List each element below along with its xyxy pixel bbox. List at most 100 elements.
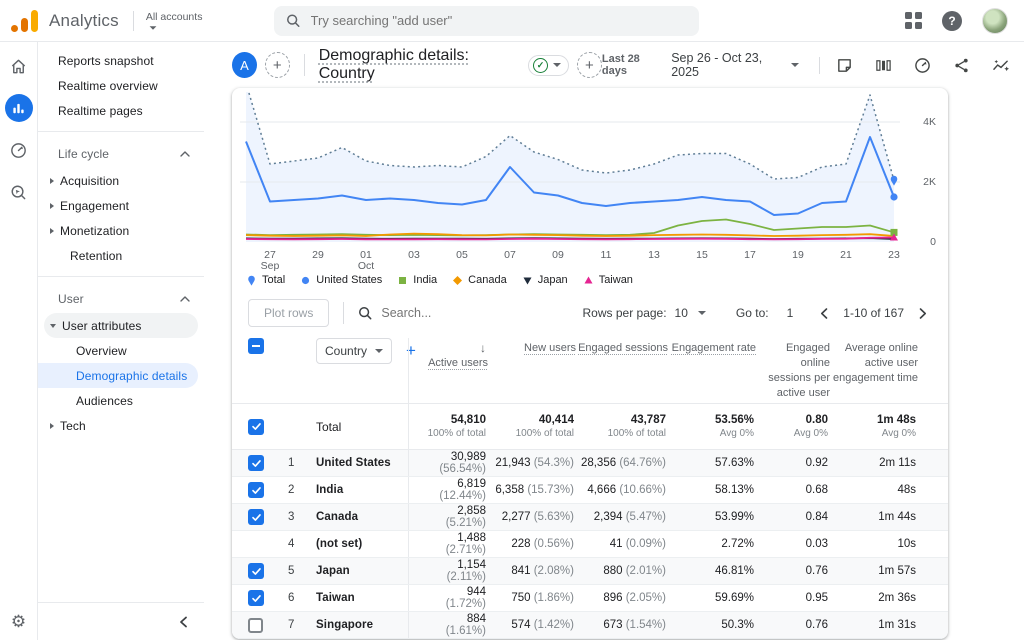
row-checkbox[interactable] <box>248 455 264 471</box>
table-row-japan[interactable]: 5Japan1,154 (2.11%)841 (2.08%)880 (2.01%… <box>232 558 948 585</box>
share-icon[interactable] <box>953 57 970 74</box>
table-row-taiwan[interactable]: 6Taiwan944 (1.72%)750 (1.86%)896 (2.05%)… <box>232 585 948 612</box>
metric-cell: 46.81% <box>668 565 756 577</box>
table-header: Country + ↓Active usersNew usersEngaged … <box>232 330 948 404</box>
sidebar-section-user[interactable]: User <box>38 285 204 313</box>
sidebar-item-demographic-details[interactable]: Demographic details <box>38 363 198 388</box>
home-icon[interactable] <box>5 52 33 80</box>
y-axis-labels: 4K2K0 <box>910 92 936 248</box>
select-all-checkbox[interactable] <box>248 338 264 354</box>
sidebar-item-tech[interactable]: Tech <box>38 413 204 438</box>
rows-per-page-select[interactable]: 10 <box>675 306 706 320</box>
help-icon[interactable]: ? <box>942 11 962 31</box>
column-header-engaged-online-sessions-per-active-user[interactable]: Engaged online sessions per active user <box>756 338 830 401</box>
sidebar-item-acquisition[interactable]: Acquisition <box>38 168 204 193</box>
row-checkbox[interactable] <box>248 618 263 633</box>
chart-svg[interactable] <box>240 92 900 248</box>
add-comparison-button[interactable]: + <box>265 52 290 78</box>
legend-item-united-states[interactable]: United States <box>300 274 382 286</box>
row-checkbox[interactable] <box>248 590 264 606</box>
add-button[interactable]: + <box>577 52 602 78</box>
user-avatar[interactable] <box>982 8 1008 34</box>
legend-item-canada[interactable]: Canada <box>452 274 507 286</box>
metric-cell: 57.63% <box>668 457 756 469</box>
report-status-badge[interactable]: ✓ <box>528 55 569 76</box>
triangle-right-icon <box>50 423 54 429</box>
sidebar-item-reports-snapshot[interactable]: Reports snapshot <box>38 48 204 73</box>
sidebar-section-life-cycle[interactable]: Life cycle <box>38 140 204 168</box>
chevron-down-icon <box>791 63 799 67</box>
search-icon <box>286 13 300 28</box>
row-checkbox[interactable] <box>248 482 264 498</box>
column-header-average-online-active-user-engagement-time[interactable]: Average online active user engagement ti… <box>830 338 918 386</box>
sidebar-item-monetization[interactable]: Monetization <box>38 218 204 243</box>
sidebar-item-realtime-overview[interactable]: Realtime overview <box>38 73 204 98</box>
column-header-engagement-rate[interactable]: Engagement rate <box>668 338 756 356</box>
table-controls: Plot rows Rows per page: 10 Go to: 1 <box>232 296 948 330</box>
table-row-united-states[interactable]: 1United States30,989 (56.54%)21,943 (54.… <box>232 450 948 477</box>
sidebar-item-realtime-pages[interactable]: Realtime pages <box>38 98 204 123</box>
prev-page-button[interactable] <box>817 308 831 319</box>
global-search[interactable] <box>274 6 699 36</box>
legend-label: India <box>413 274 437 286</box>
goto-page-input[interactable]: 1 <box>787 306 794 320</box>
metric-cell: 1,154 (2.11%) <box>408 558 488 584</box>
sidebar-item-user-attributes[interactable]: User attributes <box>44 313 198 338</box>
chevron-down-icon <box>698 311 706 315</box>
table-row-canada[interactable]: 3Canada2,858 (5.21%)2,277 (5.63%)2,394 (… <box>232 504 948 531</box>
apps-grid-icon[interactable] <box>905 12 922 29</box>
sidebar-item-engagement[interactable]: Engagement <box>38 193 204 218</box>
column-header-new-users[interactable]: New users <box>488 338 576 356</box>
x-axis-tick: 11 <box>591 250 621 261</box>
legend-item-india[interactable]: India <box>397 274 437 286</box>
sidebar-collapse[interactable] <box>38 602 204 640</box>
next-page-button[interactable] <box>916 308 930 319</box>
report-card: 4K2K0 27Sep2901Oct0305070911131517192123… <box>232 88 948 639</box>
x-axis-tick: 17 <box>735 250 765 261</box>
table-search-input[interactable] <box>381 306 511 320</box>
divider <box>343 302 344 324</box>
table-search[interactable] <box>358 306 511 320</box>
insights-circle-icon[interactable] <box>914 57 931 74</box>
pagination-range: 1-10 of 167 <box>843 306 904 320</box>
row-checkbox[interactable] <box>248 563 264 579</box>
legend-item-taiwan[interactable]: Taiwan <box>583 274 633 286</box>
sidebar-item-audiences[interactable]: Audiences <box>38 388 198 413</box>
x-axis-tick: 07 <box>495 250 525 261</box>
date-range-picker[interactable]: Sep 26 - Oct 23, 2025 <box>671 51 781 79</box>
sidebar-item-overview[interactable]: Overview <box>38 338 198 363</box>
property-avatar[interactable]: A <box>232 52 257 78</box>
sparkline-insights-icon[interactable] <box>992 57 1010 74</box>
notes-icon[interactable] <box>836 57 853 74</box>
global-search-input[interactable] <box>311 13 688 28</box>
sidebar-item-retention[interactable]: Retention <box>38 243 204 268</box>
date-preset-label: Last 28 days <box>602 53 661 77</box>
legend-item-japan[interactable]: Japan <box>522 274 568 286</box>
account-switcher[interactable]: All accounts <box>146 12 203 30</box>
advertising-icon[interactable] <box>5 136 33 164</box>
sidebar-item-label: Demographic details <box>76 369 187 383</box>
plot-rows-button[interactable]: Plot rows <box>248 299 329 327</box>
metric-cell: 0.92 <box>756 457 830 469</box>
chevron-down-icon <box>375 349 383 353</box>
legend-item-total[interactable]: Total <box>246 274 285 286</box>
x-axis-tick: 15 <box>687 250 717 261</box>
rows-per-page-label: Rows per page: <box>583 306 667 320</box>
triangle-down-icon <box>522 275 533 286</box>
compare-icon[interactable] <box>875 57 892 74</box>
column-header-active-users[interactable]: ↓Active users <box>408 338 488 403</box>
table-row-not-set[interactable]: 4(not set)1,488 (2.71%)228 (0.56%)41 (0.… <box>232 531 948 558</box>
explore-icon[interactable] <box>5 178 33 206</box>
table-row-singapore[interactable]: 7Singapore884 (1.61%)574 (1.42%)673 (1.5… <box>232 612 948 639</box>
reports-icon[interactable] <box>5 94 33 122</box>
metric-cell: 0.76 <box>756 619 830 631</box>
dimension-select[interactable]: Country <box>316 338 392 364</box>
total-row-checkbox[interactable] <box>248 419 264 435</box>
settings-gear-icon[interactable]: ⚙ <box>11 612 26 632</box>
nav-rail: ⚙ <box>0 42 38 640</box>
column-header-engaged-sessions[interactable]: Engaged sessions <box>576 338 668 356</box>
column-header-label: Engagement rate <box>672 342 756 354</box>
page-title[interactable]: Demographic details: Country <box>319 47 520 83</box>
table-row-india[interactable]: 2India6,819 (12.44%)6,358 (15.73%)4,666 … <box>232 477 948 504</box>
row-checkbox[interactable] <box>248 509 264 525</box>
